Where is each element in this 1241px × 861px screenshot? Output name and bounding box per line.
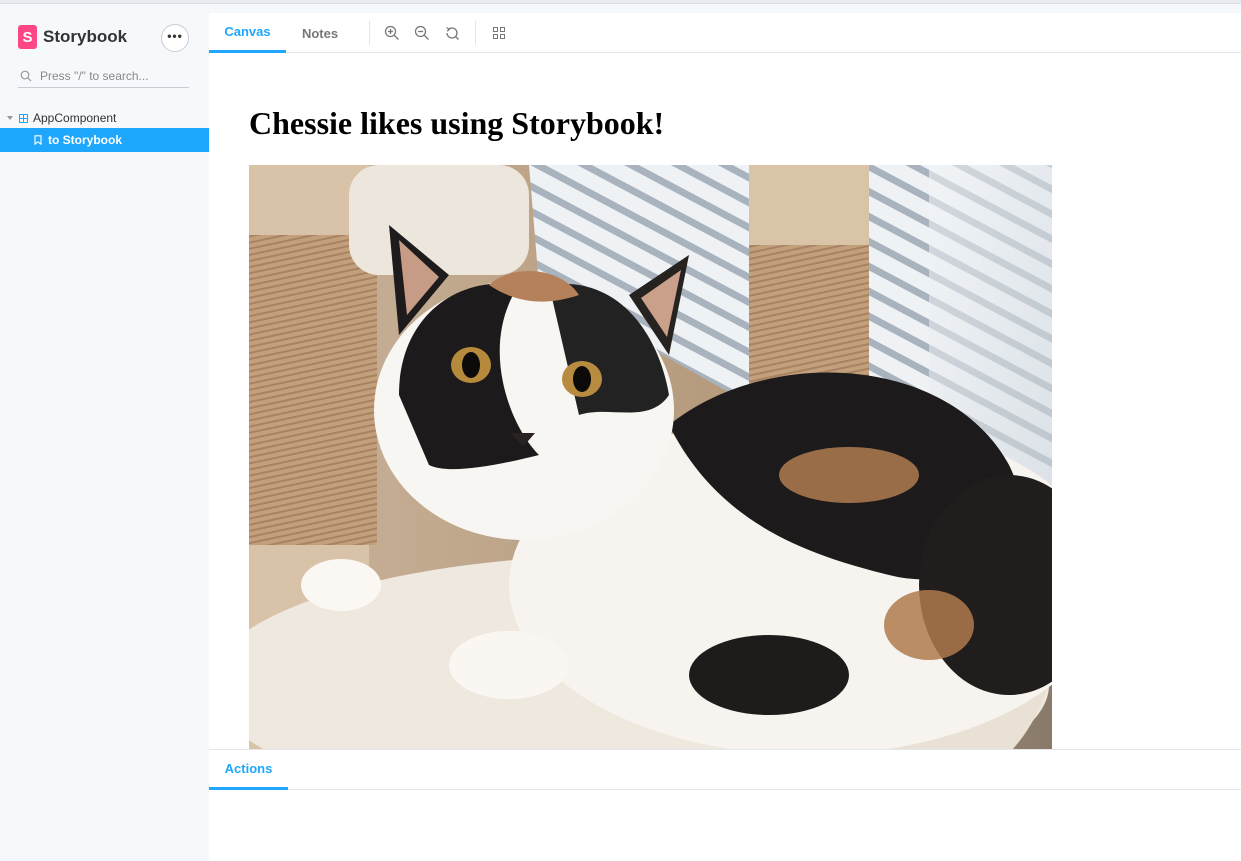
- ellipsis-icon: •••: [167, 28, 183, 43]
- reset-zoom-icon: [446, 26, 459, 40]
- toolbar: Canvas Notes: [209, 13, 1241, 53]
- story-headline: Chessie likes using Storybook!: [249, 105, 665, 141]
- component-icon: [19, 113, 28, 123]
- grid-button[interactable]: [490, 24, 508, 42]
- tab-canvas[interactable]: Canvas: [209, 13, 286, 53]
- zoom-in-icon: [384, 25, 399, 40]
- zoom-out-icon: [414, 25, 429, 40]
- sidebar-menu-button[interactable]: •••: [161, 24, 189, 52]
- zoom-in-button[interactable]: [383, 24, 401, 42]
- grid-icon: [493, 27, 505, 39]
- bookmark-icon: [34, 135, 42, 145]
- tree-item-to-storybook[interactable]: to Storybook: [0, 128, 209, 152]
- addons-panel: Actions: [209, 749, 1241, 861]
- search-input[interactable]: [40, 68, 185, 83]
- calico-cat-image: [249, 165, 1052, 749]
- storybook-logo-icon: S: [18, 25, 37, 49]
- toolbar-divider: [369, 21, 370, 45]
- zoom-out-button[interactable]: [413, 24, 431, 42]
- search-box[interactable]: [18, 64, 189, 88]
- reset-zoom-button[interactable]: [443, 24, 461, 42]
- cat-photo: [249, 165, 1052, 749]
- brand[interactable]: S Storybook: [18, 25, 127, 49]
- main-panel: Canvas Notes Chessie likes using Storybo…: [209, 13, 1241, 861]
- tree-item-label: AppComponent: [33, 111, 117, 125]
- sidebar: S Storybook ••• AppComponent to Storyboo…: [0, 4, 209, 861]
- tab-notes[interactable]: Notes: [286, 13, 354, 53]
- toolbar-divider: [475, 21, 476, 45]
- tree-item-appcomponent[interactable]: AppComponent: [0, 108, 209, 128]
- tab-actions[interactable]: Actions: [209, 750, 288, 790]
- brand-name: Storybook: [43, 27, 128, 46]
- addons-tabbar: Actions: [209, 750, 1241, 790]
- search-icon: [20, 70, 32, 81]
- tree-item-label: to Storybook: [48, 133, 122, 147]
- caret-down-icon[interactable]: [7, 116, 13, 120]
- story-canvas: Chessie likes using Storybook!: [209, 53, 1241, 749]
